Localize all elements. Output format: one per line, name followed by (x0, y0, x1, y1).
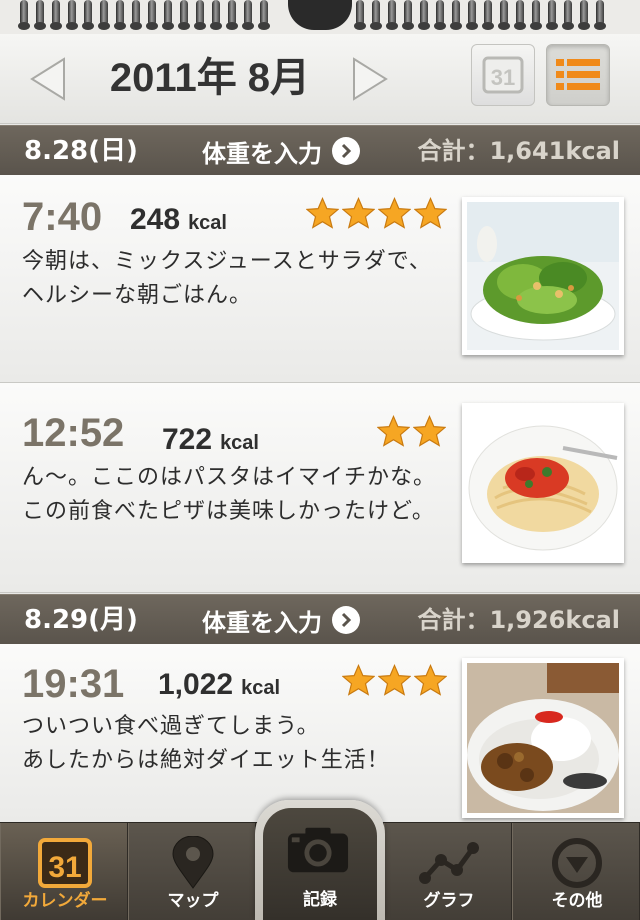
calendar-icon: 31 (33, 835, 97, 891)
entry-comment: ついつい食べ過ぎてしまう。 あしたからは絶対ダイエット生活！ (22, 710, 452, 778)
meal-entry[interactable]: 7:40 248 kcal 今朝は、ミックスジュースとサラダで、ヘルシーな朝ごはん… (0, 175, 640, 383)
tab-calendar[interactable]: 31 カレンダー (0, 823, 128, 920)
month-title: 2011年 8月 (109, 56, 311, 100)
entry-comment: ん〜。ここのはパスタはイマイチかな。この前食べたピザは美味しかったけど。 (22, 465, 437, 524)
entry-time: 19:31 (22, 662, 125, 706)
enter-weight-label: 体重を入力 (202, 139, 322, 168)
svg-text:31: 31 (48, 851, 81, 884)
list-view-button[interactable] (546, 44, 610, 106)
tab-record[interactable]: 記録 (255, 800, 385, 920)
star-icon (341, 196, 376, 233)
entry-kcal: 248 kcal (130, 203, 227, 237)
star-icon (413, 196, 448, 233)
chevron-left-icon (30, 57, 65, 101)
next-month-button[interactable] (350, 56, 390, 102)
entry-kcal-unit: kcal (188, 212, 227, 234)
entry-kcal-unit: kcal (241, 677, 281, 699)
salad-photo[interactable] (462, 197, 624, 355)
entry-kcal-value: 248 (130, 203, 181, 236)
day-total: 合計：1,641kcal (417, 137, 620, 165)
day-date: 8.29(月) (24, 605, 138, 635)
tab-graph[interactable]: グラフ (384, 823, 512, 920)
star-icon (413, 663, 448, 700)
entry-kcal: 1,022 kcal (158, 668, 280, 702)
tab-map[interactable]: マップ (128, 823, 256, 920)
enter-weight-button[interactable]: 体重を入力 (202, 126, 360, 176)
map-pin-icon (161, 835, 225, 891)
month-header: 2011年 8月 31 (0, 34, 640, 124)
day-header-0829: 8.29(月) 体重を入力 合計：1,926kcal (0, 594, 640, 644)
entry-kcal-value: 722 (162, 423, 213, 456)
tab-label: マップ (167, 891, 219, 911)
star-icon (341, 663, 376, 700)
list-icon (556, 59, 600, 90)
chevron-right-icon (353, 57, 388, 101)
meal-entry[interactable]: 12:52 722 kcal ん〜。ここのはパスタはイマイチかな。この前食べたピザ… (0, 383, 640, 593)
camera-icon (286, 822, 350, 878)
tab-label: グラフ (423, 891, 475, 911)
meal-entry[interactable]: 19:31 1,022 kcal ついつい食べ過ぎてしまう。 あしたからは絶対ダイ… (0, 644, 640, 824)
star-icon (377, 196, 412, 233)
enter-weight-button[interactable]: 体重を入力 (202, 595, 360, 645)
prev-month-button[interactable] (28, 56, 68, 102)
day-total: 合計：1,926kcal (417, 606, 620, 634)
binder-top (0, 0, 640, 34)
star-icon (305, 196, 340, 233)
rating-stars (305, 196, 448, 233)
record-button-face: 記録 (263, 808, 377, 920)
star-icon (376, 414, 411, 451)
day-date: 8.28(日) (24, 136, 138, 166)
rating-stars (376, 414, 447, 451)
graph-icon (417, 835, 481, 891)
entry-comment-line: あしたからは絶対ダイエット生活！ (22, 748, 390, 773)
star-icon (412, 414, 447, 451)
entry-comment-line: ついつい食べ過ぎてしまう。 (22, 714, 320, 739)
entry-comment: 今朝は、ミックスジュースとサラダで、ヘルシーな朝ごはん。 (22, 249, 432, 308)
enter-weight-label: 体重を入力 (202, 608, 322, 637)
star-icon (377, 663, 412, 700)
calendar-icon: 31 (482, 56, 524, 94)
calendar-view-button[interactable]: 31 (471, 44, 535, 106)
tab-label: カレンダー (22, 891, 108, 911)
binder-rings-left (18, 0, 276, 30)
tab-label: その他 (551, 891, 603, 911)
entry-kcal-unit: kcal (220, 432, 259, 454)
chevron-down-circle-icon (545, 835, 609, 891)
tab-label: 記録 (303, 890, 337, 910)
entry-kcal: 722 kcal (162, 423, 259, 457)
entry-time: 12:52 (22, 411, 125, 455)
binder-rings-right (354, 0, 612, 30)
entry-kcal-value: 1,022 (158, 668, 234, 701)
pasta-photo[interactable] (462, 403, 624, 563)
svg-text:31: 31 (491, 65, 515, 90)
binder-notch (288, 0, 352, 30)
rating-stars (341, 663, 448, 700)
chevron-right-circle-icon (332, 606, 360, 634)
entry-time: 7:40 (22, 195, 103, 239)
tab-other[interactable]: その他 (512, 823, 640, 920)
chevron-right-circle-icon (332, 137, 360, 165)
curry-photo[interactable] (462, 658, 624, 818)
day-header-0828: 8.28(日) 体重を入力 合計：1,641kcal (0, 125, 640, 175)
